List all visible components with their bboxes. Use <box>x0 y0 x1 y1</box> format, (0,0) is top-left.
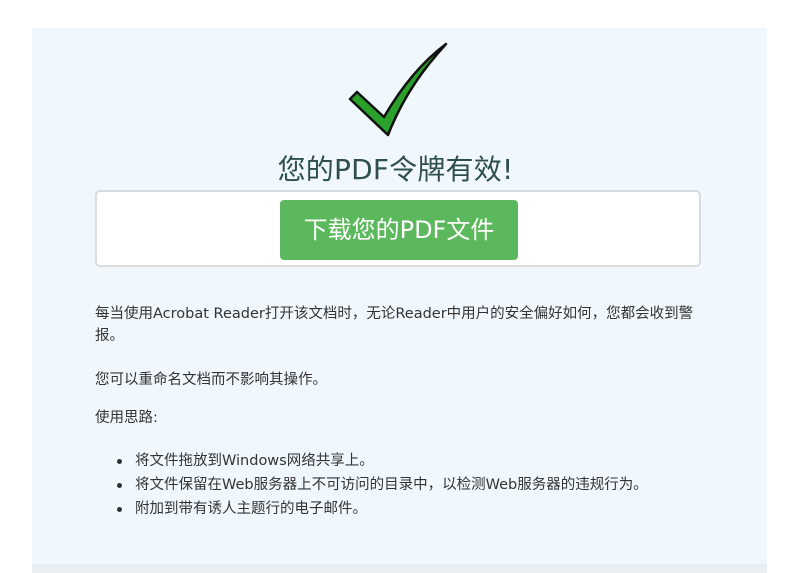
page-title: 您的PDF令牌有效! <box>277 153 514 186</box>
list-item: 将文件拖放到Windows网络共享上。 <box>95 449 735 473</box>
download-pdf-button[interactable]: 下载您的PDF文件 <box>280 200 518 260</box>
alert-description: 每当使用Acrobat Reader打开该文档时，无论Reader中用户的安全偏… <box>95 306 694 344</box>
tip-text: 将文件保留在Web服务器上不可访问的目录中，以检测Web服务器的违规行为。 <box>135 477 648 493</box>
bullet-icon <box>117 483 122 488</box>
tip-text: 附加到带有诱人主题行的电子邮件。 <box>135 501 367 517</box>
panel-footer-strip <box>32 564 767 573</box>
bullet-icon <box>117 459 122 464</box>
list-item: 附加到带有诱人主题行的电子邮件。 <box>95 497 735 521</box>
usage-tips-list: 将文件拖放到Windows网络共享上。 将文件保留在Web服务器上不可访问的目录… <box>95 449 735 521</box>
checkmark-icon <box>348 42 448 137</box>
bullet-icon <box>117 507 122 512</box>
rename-note: 您可以重命名文档而不影响其操作。 <box>95 372 327 388</box>
tip-text: 将文件拖放到Windows网络共享上。 <box>135 453 374 469</box>
usage-tips-heading: 使用思路: <box>95 410 158 426</box>
list-item: 将文件保留在Web服务器上不可访问的目录中，以检测Web服务器的违规行为。 <box>95 473 735 497</box>
